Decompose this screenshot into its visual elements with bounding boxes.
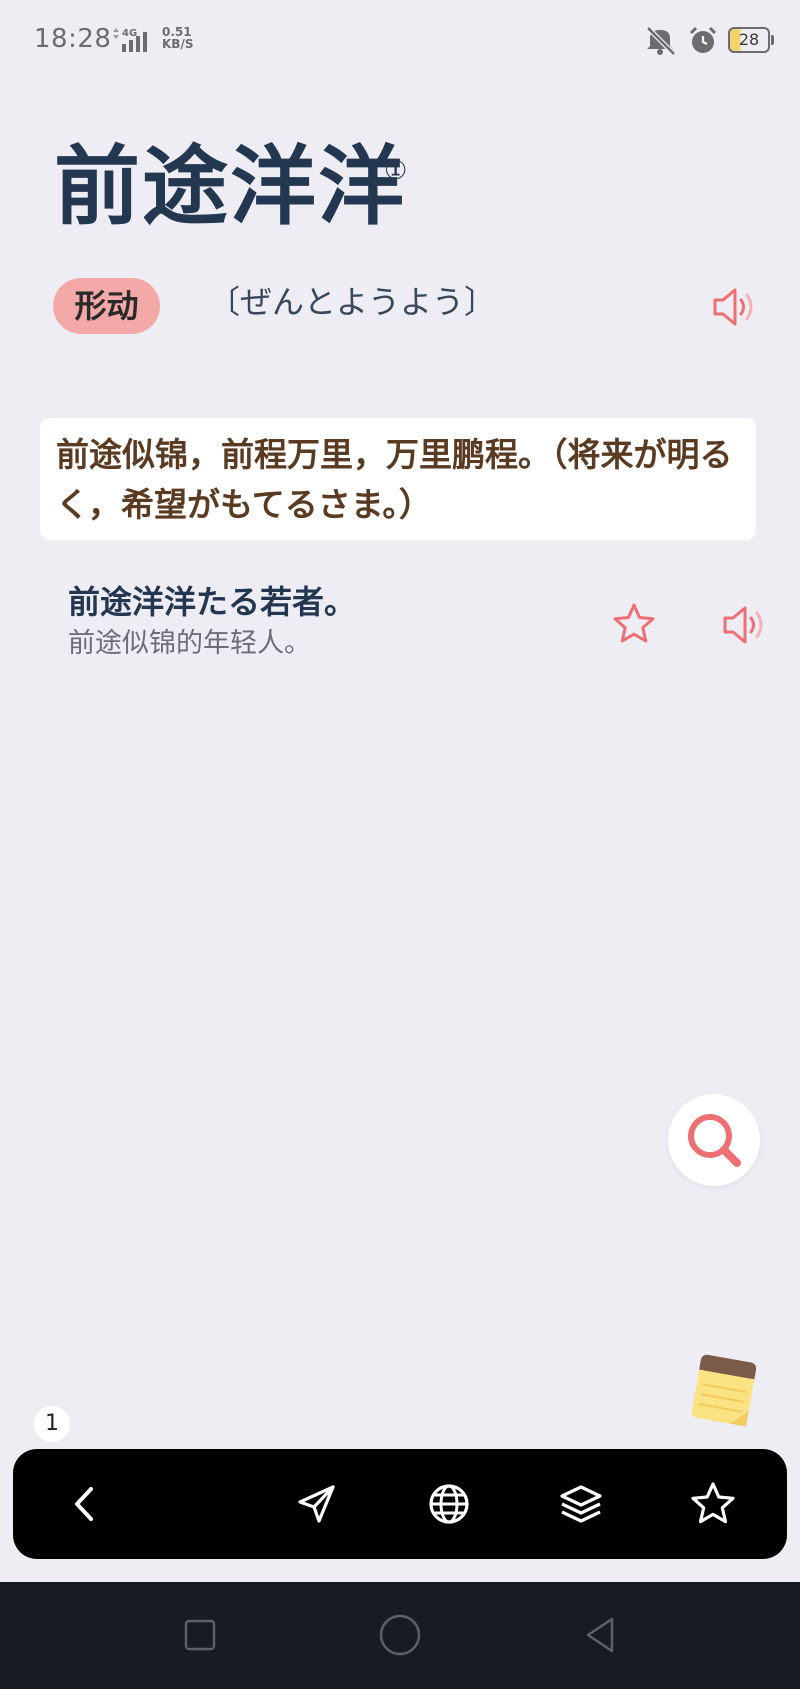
send-icon — [298, 1485, 335, 1523]
favorite-star-icon[interactable] — [610, 600, 658, 648]
alarm-icon — [689, 26, 717, 53]
nav-back-button[interactable] — [575, 1610, 625, 1660]
search-icon — [688, 1114, 741, 1167]
back-button[interactable] — [57, 1476, 113, 1532]
nav-back-icon — [586, 1617, 614, 1653]
headword: 前途洋洋 — [54, 137, 406, 237]
status-bar: 18:28 4G 0.51 KB/S 28 — [0, 0, 800, 80]
network-type: 4G — [122, 28, 137, 39]
mute-icon — [646, 26, 676, 56]
favorite-button[interactable] — [685, 1476, 741, 1532]
status-time: 18:28 — [34, 24, 112, 54]
status-icons: 28 — [644, 24, 774, 56]
example-speaker-icon[interactable] — [720, 600, 770, 650]
home-icon — [379, 1614, 421, 1656]
network-speed: 0.51 KB/S — [162, 26, 193, 50]
share-button[interactable] — [289, 1476, 345, 1532]
example-sentence[interactable]: 前途洋洋たる若者。 前途似锦的年轻人。 — [68, 580, 588, 664]
layers-icon — [560, 1485, 602, 1523]
speaker-icon[interactable] — [710, 282, 760, 332]
pos-badge: 形动 — [53, 278, 160, 334]
speed-unit: KB/S — [162, 37, 194, 51]
meaning-card: 前途似锦，前程万里，万里鹏程。（将来が明るく，希望がもてるさま。） — [40, 418, 756, 540]
globe-icon — [429, 1484, 469, 1524]
example-japanese: 前途洋洋たる若者。 — [68, 583, 357, 621]
recent-apps-icon — [184, 1619, 216, 1651]
system-nav-bar — [0, 1582, 800, 1689]
translate-button[interactable] — [421, 1476, 477, 1532]
back-icon — [75, 1487, 93, 1521]
reading: 〔ぜんとようよう〕 — [208, 283, 497, 321]
layers-button[interactable] — [553, 1476, 609, 1532]
note-icon[interactable] — [686, 1348, 760, 1432]
recent-apps-button[interactable] — [175, 1610, 225, 1660]
bottom-toolbar — [13, 1449, 787, 1559]
page-count-badge: 1 — [34, 1406, 70, 1442]
search-button[interactable] — [668, 1094, 760, 1186]
example-chinese: 前途似锦的年轻人。 — [68, 628, 311, 659]
star-icon — [691, 1482, 735, 1524]
meaning-text: 前途似锦，前程万里，万里鹏程。（将来が明るく，希望がもてるさま。） — [56, 435, 733, 524]
battery-indicator: 28 — [728, 27, 774, 53]
accent-mark: ① — [384, 156, 408, 186]
home-button[interactable] — [375, 1610, 425, 1660]
